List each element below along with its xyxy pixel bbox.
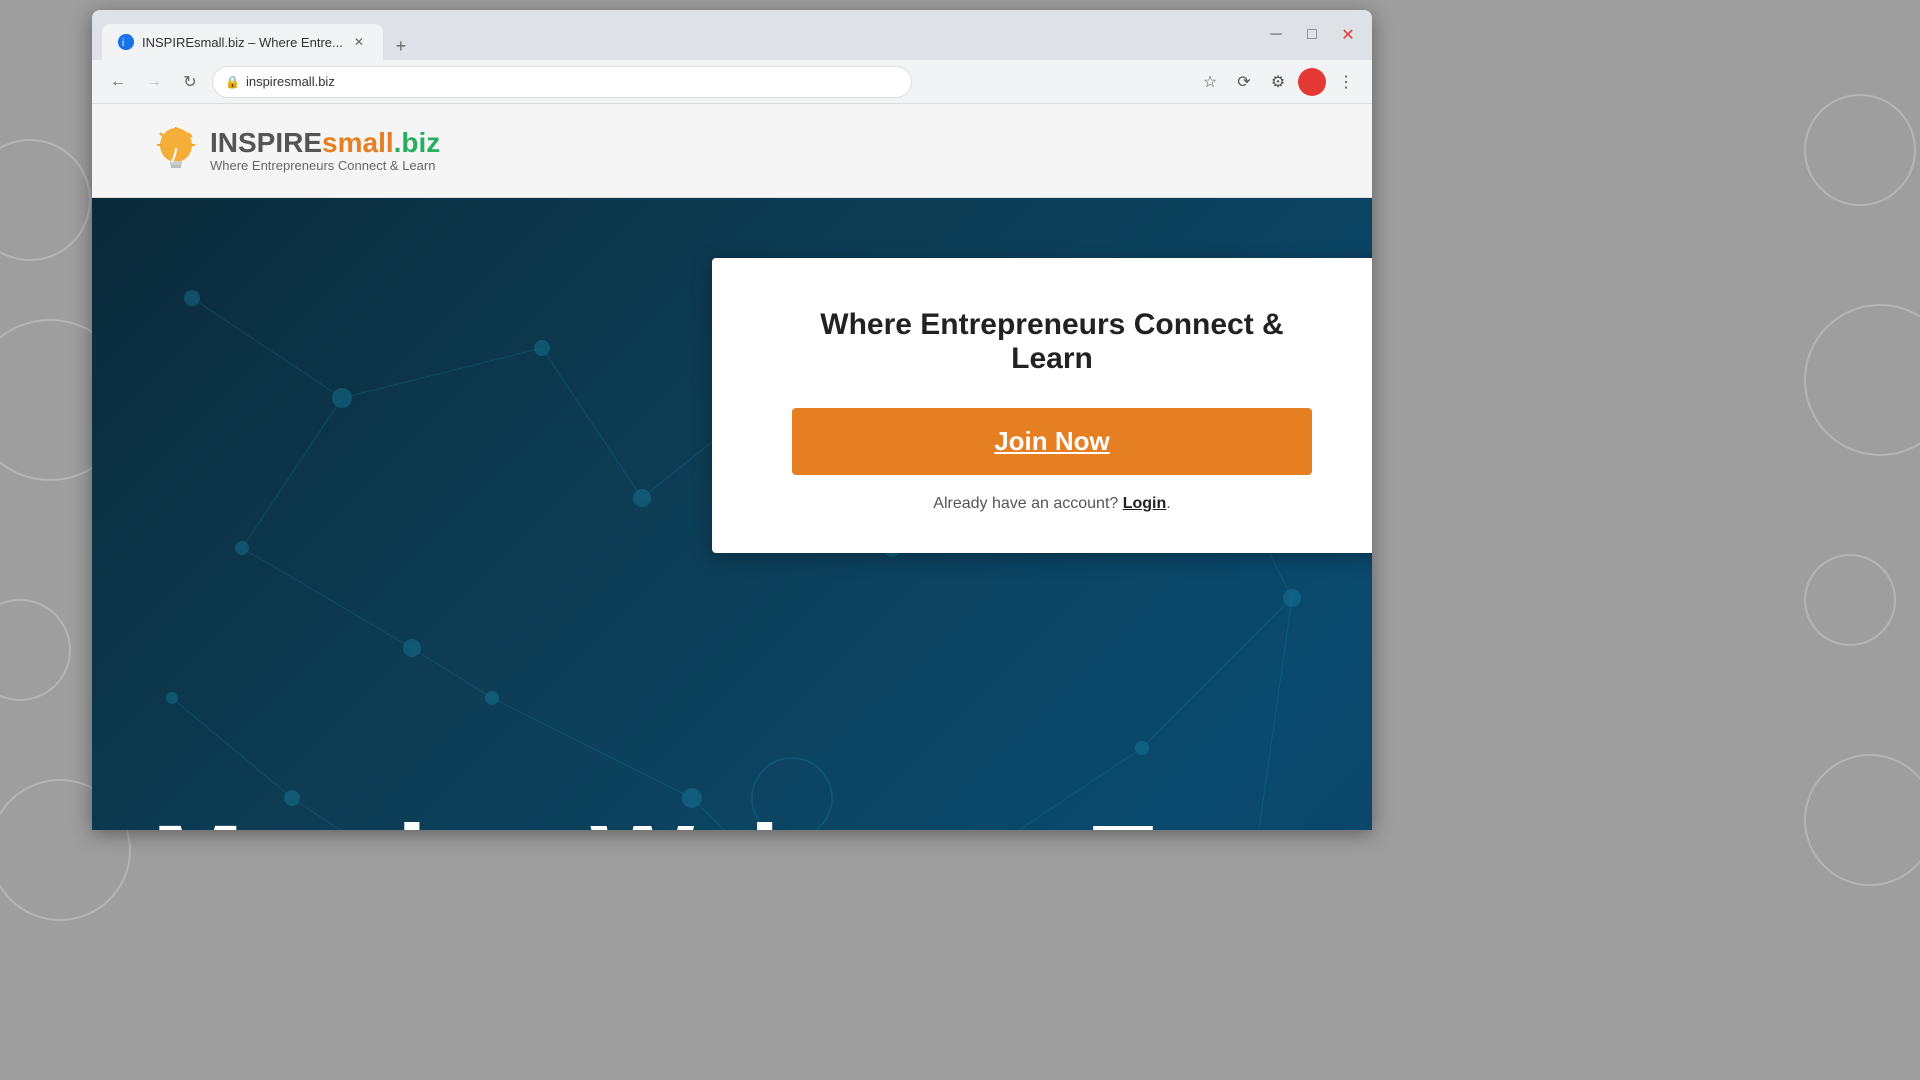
restore-button[interactable]: □: [1298, 21, 1326, 49]
reload-button[interactable]: ↻: [176, 68, 204, 96]
back-button[interactable]: ←: [104, 68, 132, 96]
login-prompt: Already have an account? Login.: [792, 495, 1312, 513]
logo-bulb-icon: [152, 125, 200, 177]
site-header: INSPIREsmall.biz Where Entrepreneurs Con…: [92, 104, 1372, 198]
profile-icon[interactable]: [1298, 68, 1326, 96]
tab-bar: i INSPIREsmall.biz – Where Entre... ✕ +: [102, 10, 415, 60]
logo-biz: .biz: [394, 127, 441, 158]
history-icon[interactable]: ⟳: [1230, 68, 1258, 96]
tab-title: INSPIREsmall.biz – Where Entre...: [142, 35, 343, 50]
address-bar[interactable]: 🔒 inspiresmall.biz: [212, 66, 912, 98]
extensions-icon[interactable]: ⚙: [1264, 68, 1292, 96]
url-text: inspiresmall.biz: [246, 74, 335, 89]
forward-button[interactable]: →: [140, 68, 168, 96]
bookmark-icon[interactable]: ☆: [1196, 68, 1224, 96]
active-tab[interactable]: i INSPIREsmall.biz – Where Entre... ✕: [102, 24, 383, 60]
logo-small: small: [322, 127, 394, 158]
ssl-icon: 🔒: [225, 75, 240, 89]
new-tab-button[interactable]: +: [387, 32, 415, 60]
logo-inspire: INSPIRE: [210, 127, 322, 158]
login-period: .: [1166, 495, 1170, 512]
hero-card: Where Entrepreneurs Connect & Learn Join…: [712, 258, 1372, 553]
login-prompt-text: Already have an account?: [933, 495, 1118, 512]
browser-window: i INSPIREsmall.biz – Where Entre... ✕ + …: [92, 10, 1372, 830]
hero-main-title: Member Welcome Event: [152, 810, 1372, 830]
tab-close-button[interactable]: ✕: [351, 34, 367, 50]
hero-section: Where Entrepreneurs Connect & Learn Join…: [92, 198, 1372, 830]
toolbar-right: ☆ ⟳ ⚙ ⋮: [1196, 68, 1360, 96]
browser-titlebar: i INSPIREsmall.biz – Where Entre... ✕ + …: [92, 10, 1372, 60]
hero-bottom-text: Member Welcome Event Online Community Ov…: [92, 810, 1372, 830]
menu-icon[interactable]: ⋮: [1332, 68, 1360, 96]
login-link[interactable]: Login: [1123, 495, 1167, 512]
logo-tagline: Where Entrepreneurs Connect & Learn: [210, 158, 440, 173]
svg-text:i: i: [122, 38, 124, 49]
website-content: INSPIREsmall.biz Where Entrepreneurs Con…: [92, 104, 1372, 830]
join-now-button[interactable]: Join Now: [792, 408, 1312, 475]
hero-card-title: Where Entrepreneurs Connect & Learn: [792, 308, 1312, 376]
browser-toolbar: ← → ↻ 🔒 inspiresmall.biz ☆ ⟳ ⚙ ⋮: [92, 60, 1372, 104]
site-logo[interactable]: INSPIREsmall.biz Where Entrepreneurs Con…: [152, 125, 440, 177]
logo-text: INSPIREsmall.biz Where Entrepreneurs Con…: [210, 128, 440, 174]
minimize-button[interactable]: ─: [1262, 21, 1290, 49]
tab-favicon: i: [118, 34, 134, 50]
logo-brand: INSPIREsmall.biz: [210, 128, 440, 159]
close-button[interactable]: ✕: [1334, 21, 1362, 49]
